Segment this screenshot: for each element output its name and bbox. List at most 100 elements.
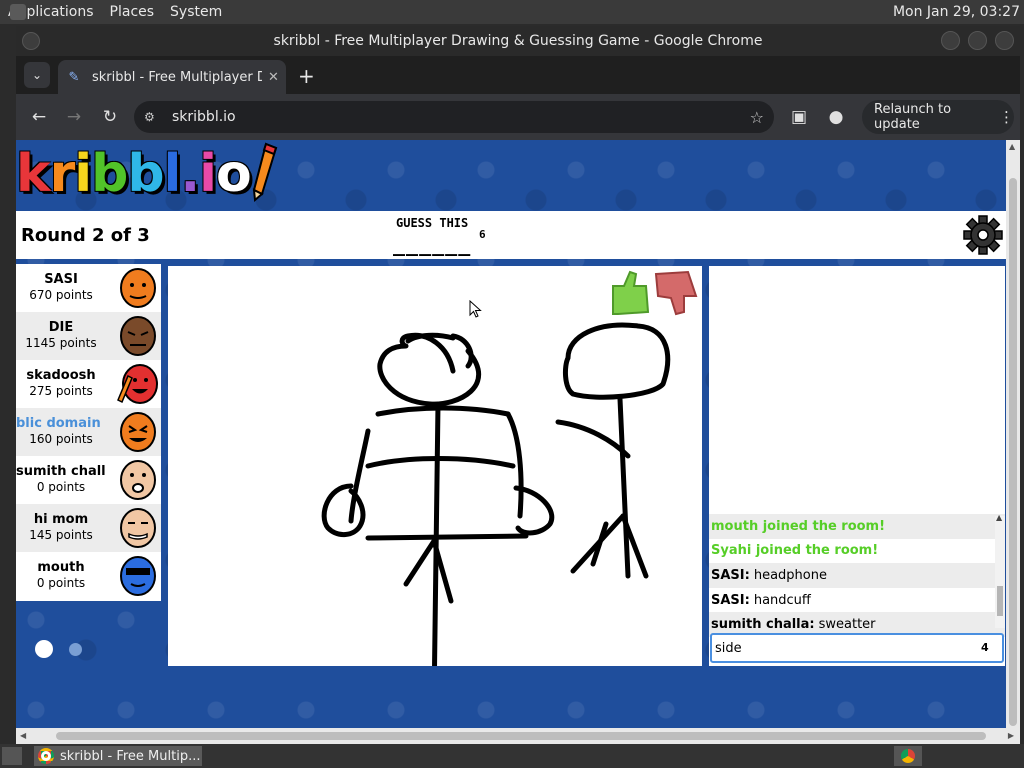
minimize-button[interactable] xyxy=(941,31,960,50)
chat-panel: mouth joined the room! Syahi joined the … xyxy=(709,266,1005,666)
player-avatar xyxy=(120,556,156,596)
chat-message-join: Syahi joined the room! xyxy=(711,543,879,559)
player-row[interactable]: mouth 0 points xyxy=(16,552,161,600)
site-info-icon[interactable]: ⚙ xyxy=(144,110,160,124)
player-list: SASI 670 points DIE 1145 points skadoosh… xyxy=(16,264,161,601)
player-avatar xyxy=(120,268,156,308)
address-bar[interactable]: ⚙ skribbl.io ☆ xyxy=(134,101,774,133)
thumbs-down-icon[interactable] xyxy=(654,270,698,316)
scroll-right-icon[interactable]: ▶ xyxy=(1008,731,1014,740)
tab-search-button[interactable]: ⌄ xyxy=(24,62,50,88)
window-titlebar: skribbl - Free Multiplayer Drawing & Gue… xyxy=(16,26,1020,56)
tab-close-icon[interactable]: ✕ xyxy=(268,70,279,85)
relaunch-button[interactable]: Relaunch to update ⋮ xyxy=(862,100,1014,134)
relaunch-label: Relaunch to update xyxy=(874,102,952,132)
back-button[interactable]: ← xyxy=(24,102,54,132)
player-avatar xyxy=(120,508,156,548)
scroll-up-icon[interactable]: ▲ xyxy=(1009,142,1015,151)
player-name: DIE xyxy=(48,320,74,335)
player-points: 160 points xyxy=(29,432,93,446)
player-avatar xyxy=(117,364,158,404)
new-tab-button[interactable]: + xyxy=(298,64,315,88)
player-name: skadoosh xyxy=(26,368,96,383)
guess-this-label: GUESS THIS xyxy=(396,216,469,230)
player-row[interactable]: hi mom 145 points xyxy=(16,504,161,552)
chat-message-join: mouth joined the room! xyxy=(709,514,1005,539)
tray-chrome-icon[interactable] xyxy=(894,746,922,766)
close-window-button[interactable] xyxy=(995,31,1014,50)
page-vertical-scrollbar[interactable]: ▲ xyxy=(1006,140,1020,728)
forward-button[interactable]: → xyxy=(59,102,89,132)
game-header: Round 2 of 3 GUESS THIS ______ 6 xyxy=(16,211,1006,259)
player-points: 0 points xyxy=(36,480,86,494)
player-row[interactable]: skadoosh 275 points xyxy=(16,360,161,408)
page-dot[interactable] xyxy=(69,643,82,656)
os-clock[interactable]: Mon Jan 29, 03:27 xyxy=(893,4,1024,20)
player-points: 0 points xyxy=(36,576,86,590)
player-avatar xyxy=(120,412,156,452)
page-dot-active[interactable] xyxy=(35,640,53,658)
scroll-left-icon[interactable]: ◀ xyxy=(20,731,26,740)
player-avatar xyxy=(120,460,156,500)
taskbar-chrome-item[interactable]: skribbl - Free Multip... xyxy=(34,746,202,766)
taskbar-chrome-label: skribbl - Free Multip... xyxy=(60,748,201,764)
reload-button[interactable]: ↻ xyxy=(95,102,125,132)
player-name: SASI xyxy=(44,272,78,287)
side-panel-icon[interactable]: ▣ xyxy=(784,102,814,132)
url-text[interactable]: skribbl.io xyxy=(172,109,236,125)
os-menu-places[interactable]: Places xyxy=(102,4,163,20)
page-viewport: kribbl.io Round 2 of 3 GUESS THIS ______… xyxy=(16,140,1020,728)
player-row[interactable]: DIE 1145 points xyxy=(16,312,161,360)
window-menu-button[interactable] xyxy=(22,32,40,50)
os-taskbar: skribbl - Free Multip... xyxy=(0,744,1024,768)
word-blanks: ______ xyxy=(393,232,472,256)
chat-input-char-count: 4 xyxy=(981,641,989,654)
drawing-strokes xyxy=(321,270,698,709)
round-indicator: Round 2 of 3 xyxy=(21,225,150,246)
chat-messages: mouth joined the room! Syahi joined the … xyxy=(709,514,1005,637)
tab-strip: ⌄ ✎ skribbl - Free Multiplayer Drawing &… xyxy=(16,56,1020,94)
thumbs-up-icon[interactable] xyxy=(612,270,650,315)
tab-title: skribbl - Free Multiplayer Drawing & Gue… xyxy=(92,69,262,85)
profile-icon[interactable]: ● xyxy=(821,102,851,132)
tab-skribbl[interactable]: ✎ skribbl - Free Multiplayer Drawing & G… xyxy=(58,60,286,94)
mouse-cursor-icon xyxy=(469,300,482,318)
word-length: 6 xyxy=(479,228,486,241)
player-row-self[interactable]: blic domain (You 160 points xyxy=(16,408,161,456)
settings-gear-icon[interactable] xyxy=(962,214,1004,256)
player-points: 275 points xyxy=(29,384,93,398)
chat-input[interactable] xyxy=(710,633,1004,663)
player-row[interactable]: sumith challa 0 points xyxy=(16,456,161,504)
os-menu-system[interactable]: System xyxy=(162,4,230,20)
show-desktop-icon[interactable] xyxy=(2,747,22,765)
scroll-thumb[interactable] xyxy=(1009,178,1017,726)
chat-scroll-thumb[interactable] xyxy=(997,586,1003,616)
window-title: skribbl - Free Multiplayer Drawing & Gue… xyxy=(273,33,763,49)
player-points: 670 points xyxy=(29,288,93,302)
os-top-panel: Applications Places System Mon Jan 29, 0… xyxy=(0,0,1024,24)
hscroll-thumb[interactable] xyxy=(56,732,986,740)
player-row[interactable]: SASI 670 points xyxy=(16,264,161,312)
os-menu-logo-icon[interactable] xyxy=(10,4,26,20)
chat-scrollbar[interactable]: ▲ xyxy=(995,513,1005,628)
player-points: 145 points xyxy=(29,528,93,542)
skribbl-logo: kribbl.io xyxy=(16,144,252,204)
player-name: mouth xyxy=(37,560,85,575)
bookmark-star-icon[interactable]: ☆ xyxy=(750,108,764,127)
browser-window: skribbl - Free Multiplayer Drawing & Gue… xyxy=(16,26,1020,744)
player-avatar xyxy=(120,316,156,356)
page-horizontal-scrollbar[interactable]: ◀ ▶ xyxy=(16,728,1020,744)
player-name: hi mom xyxy=(33,512,89,527)
chrome-menu-icon[interactable]: ⋮ xyxy=(999,108,1014,126)
player-name: sumith challa xyxy=(16,464,106,479)
logo-pencil-icon xyxy=(252,142,278,202)
chat-message: SASI: handcuff xyxy=(711,592,811,608)
drawing-canvas[interactable] xyxy=(168,266,702,709)
player-points: 1145 points xyxy=(25,336,97,350)
maximize-button[interactable] xyxy=(968,31,987,50)
skribbl-favicon-icon: ✎ xyxy=(68,69,80,85)
player-name: blic domain (You xyxy=(16,416,106,431)
chat-scroll-up-icon[interactable]: ▲ xyxy=(996,513,1002,522)
chrome-icon xyxy=(38,748,54,764)
chat-message: SASI: headphone xyxy=(709,563,1005,588)
